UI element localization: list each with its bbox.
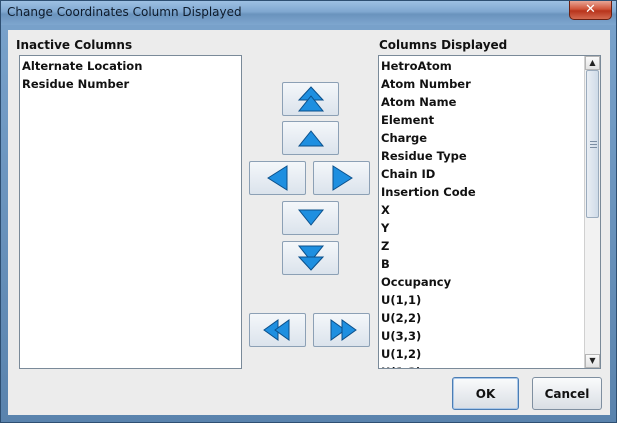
window-title: Change Coordinates Column Displayed [7,5,242,19]
move-to-bottom-button[interactable] [282,241,339,275]
list-item[interactable]: Atom Number [379,75,600,93]
grip-icon [590,141,597,148]
list-item[interactable]: Charge [379,129,600,147]
list-item[interactable]: Chain ID [379,165,600,183]
move-left-button[interactable] [249,161,306,195]
list-item[interactable]: Element [379,111,600,129]
move-left-icon [266,165,287,191]
list-item[interactable]: X [379,201,600,219]
list-item[interactable]: Occupancy [379,273,600,291]
move-to-top-icon [297,86,324,112]
close-button[interactable]: ✕ [569,1,612,20]
inactive-columns-list[interactable]: Alternate Location Residue Number [19,55,242,369]
list-item[interactable]: Residue Number [20,75,241,93]
move-to-top-button[interactable] [282,82,339,116]
scroll-down-icon[interactable]: ▼ [585,354,600,368]
move-up-icon [297,130,324,147]
list-item[interactable]: U(3,3) [379,327,600,345]
ok-button[interactable]: OK [452,377,519,410]
columns-displayed-list[interactable]: HetroAtom Atom Number Atom Name Element Char… [378,55,601,369]
title-bar[interactable]: Change Coordinates Column Displayed ✕ [1,1,616,25]
move-right-icon [332,165,353,191]
move-right-button[interactable] [313,161,370,195]
move-all-right-icon [330,319,357,341]
scroll-up-icon[interactable]: ▲ [585,56,600,70]
list-item[interactable]: U(1,3) [379,363,600,368]
list-item[interactable]: HetroAtom [379,57,600,75]
scrollbar-thumb[interactable] [586,70,599,218]
list-item[interactable]: U(2,2) [379,309,600,327]
list-item[interactable]: Residue Type [379,147,600,165]
dialog-window: Change Coordinates Column Displayed ✕ In… [0,0,617,423]
move-all-left-button[interactable] [249,313,306,347]
dialog-body: Inactive Columns Alternate Location Resid… [8,30,610,415]
list-item[interactable]: U(1,2) [379,345,600,363]
list-item[interactable]: Atom Name [379,93,600,111]
close-icon: ✕ [585,2,596,17]
list-item[interactable]: B [379,255,600,273]
list-item[interactable]: Y [379,219,600,237]
move-up-button[interactable] [282,121,339,155]
move-to-bottom-icon [297,245,324,271]
move-down-button[interactable] [282,201,339,235]
columns-displayed-label: Columns Displayed [379,38,508,52]
move-all-right-button[interactable] [313,313,370,347]
list-item[interactable]: Insertion Code [379,183,600,201]
move-all-left-icon [262,319,289,341]
inactive-columns-label: Inactive Columns [16,38,133,52]
list-item[interactable]: U(1,1) [379,291,600,309]
list-item[interactable]: Alternate Location [20,57,241,75]
move-down-icon [297,209,324,226]
list-item[interactable]: Z [379,237,600,255]
cancel-button[interactable]: Cancel [532,377,602,410]
vertical-scrollbar[interactable]: ▲ ▼ [584,56,600,368]
